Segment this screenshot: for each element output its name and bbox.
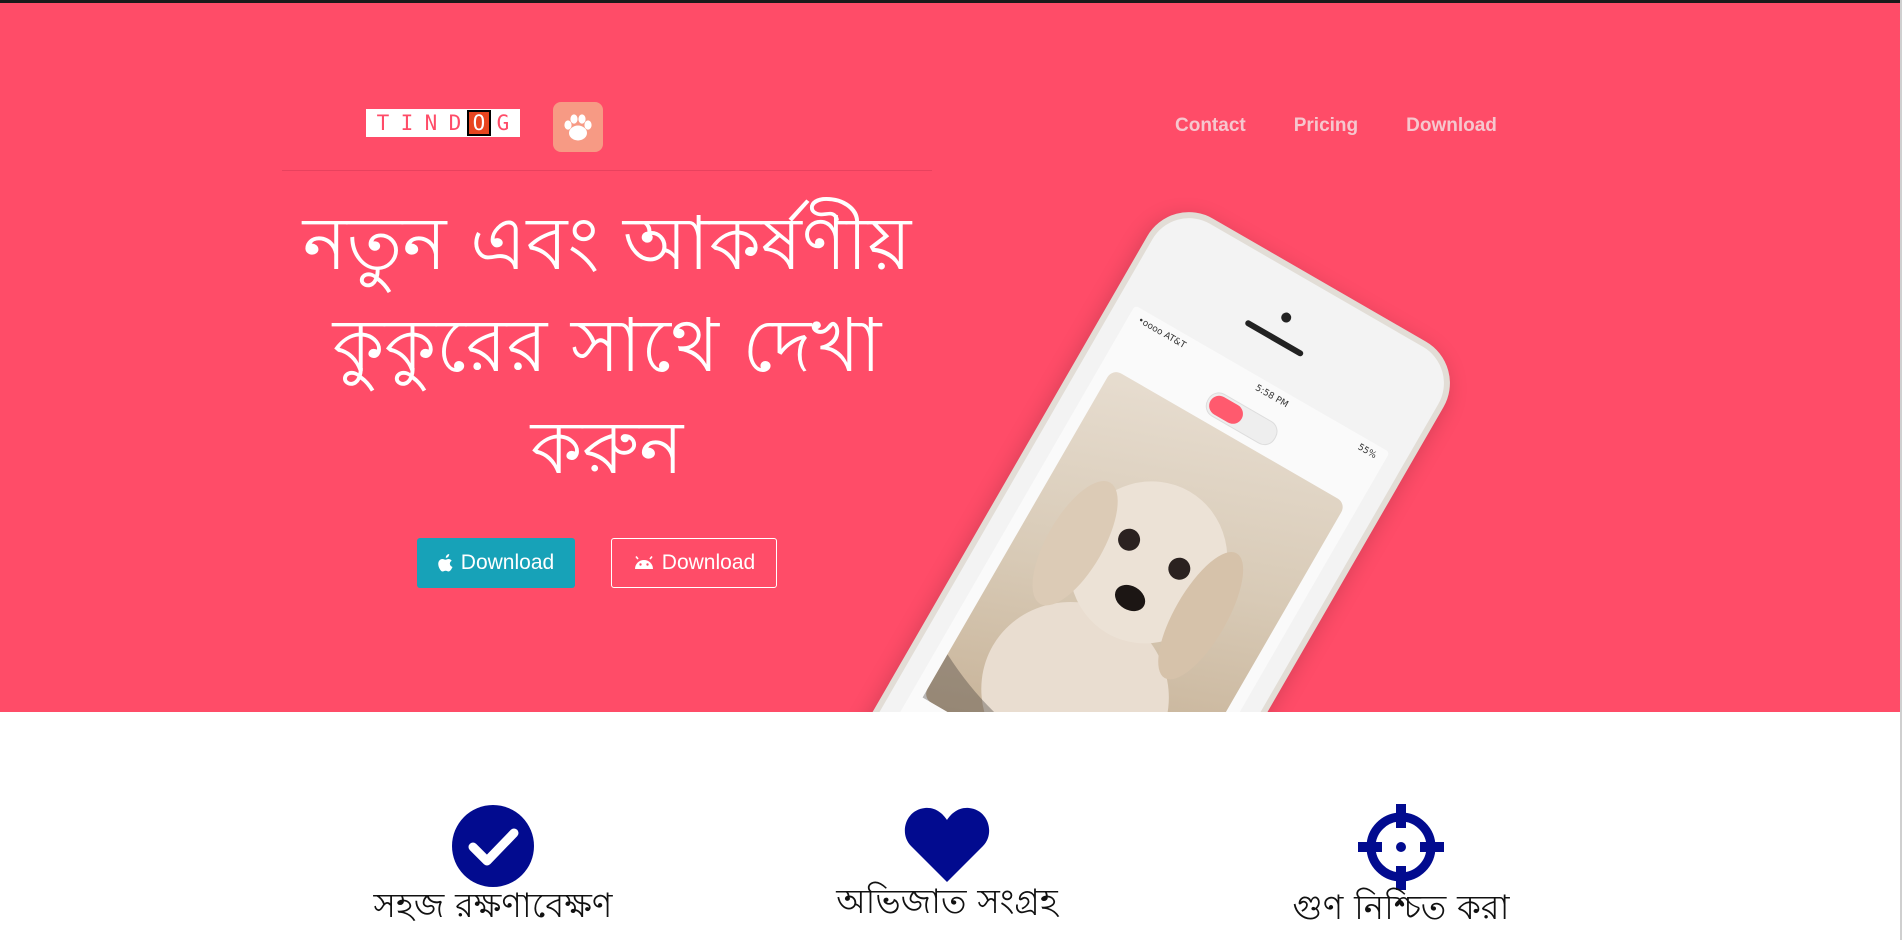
hero-divider	[282, 170, 932, 171]
check-circle-icon	[452, 805, 534, 887]
feature-maintenance: সহজ রক্ষণাবেক্ষণ	[293, 804, 693, 937]
headline-line: কুকুরের সাথে দেখা	[332, 303, 882, 389]
nav-link-contact[interactable]: Contact	[1175, 115, 1246, 137]
android-download-label: Download	[661, 551, 756, 574]
android-download-button[interactable]: Download	[611, 538, 777, 588]
feature-collection: অভিজাত সংগ্রহ	[747, 804, 1147, 933]
brand-letter: I	[400, 111, 414, 135]
flame-icon	[1205, 392, 1247, 428]
brand-letter: G	[496, 111, 510, 135]
hero-section: T I N D O G Contact Pricing Download নতু…	[0, 3, 1900, 712]
nav-link-download[interactable]: Download	[1406, 115, 1497, 137]
apple-download-button[interactable]: Download	[417, 538, 575, 588]
brand-letter: D	[448, 111, 462, 135]
paw-icon-graphic	[564, 114, 592, 141]
brand-letter: N	[424, 111, 438, 135]
dog-photo	[922, 368, 1347, 712]
clock-label: 5:58 PM	[1253, 383, 1290, 411]
paw-icon[interactable]	[553, 102, 603, 152]
brand-wordmark[interactable]: T I N D O G	[366, 109, 520, 137]
headline-line: নতুন এবং আকর্ষণীয়	[302, 201, 912, 287]
battery-label: 55%	[1355, 442, 1379, 462]
dog-illustration	[922, 480, 1244, 712]
brand-letter: T	[376, 111, 390, 135]
hero-headline: নতুন এবং আকর্ষণীয় কুকুরের সাথে দেখা করু…	[282, 193, 932, 499]
brand-logo[interactable]: T I N D O G	[366, 109, 520, 137]
phone-camera	[1279, 310, 1294, 325]
crosshairs-icon	[1358, 804, 1444, 890]
main-nav: Contact Pricing Download	[1175, 115, 1497, 137]
heart-icon	[904, 807, 990, 882]
feature-quality: গুণ নিশ্চিত করা	[1201, 804, 1601, 939]
feature-title: গুণ নিশ্চিত করা	[1292, 888, 1510, 928]
carrier-label: •oooo AT&T	[1135, 315, 1188, 352]
phone-speaker	[1244, 319, 1305, 358]
apple-icon	[438, 554, 453, 572]
headline-line: করুন	[530, 405, 684, 491]
brand-letter-highlight: O	[467, 110, 491, 136]
features-section: সহজ রক্ষণাবেক্ষণ অভিজাত সংগ্রহ গুণ নিশ্চ…	[0, 712, 1900, 940]
feature-title: অভিজাত সংগ্রহ	[836, 882, 1058, 922]
nav-link-pricing[interactable]: Pricing	[1294, 115, 1358, 137]
phone-screen: •oooo AT&T 5:58 PM 55%	[875, 305, 1390, 712]
apple-download-label: Download	[460, 551, 555, 574]
feature-title: সহজ রক্ষণাবেক্ষণ	[373, 886, 613, 926]
android-icon	[634, 556, 653, 569]
